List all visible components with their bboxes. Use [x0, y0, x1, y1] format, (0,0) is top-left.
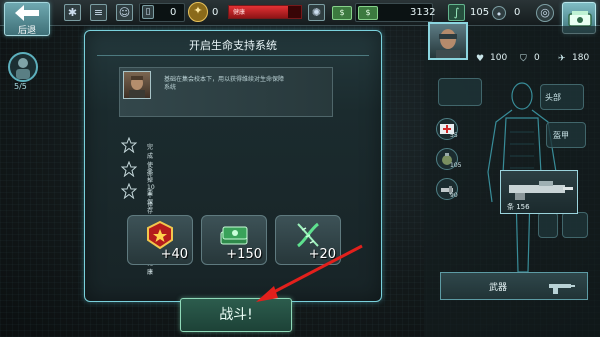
equipped-weapon-card[interactable]: 条 156: [500, 170, 578, 214]
hero-stats: ♥ 100 ⛉ 0 ✈ 180: [476, 53, 596, 65]
dna-value: 105: [470, 7, 490, 18]
hero-speed: 180: [572, 53, 590, 63]
counter-c-value: 0: [514, 7, 521, 18]
squad-count: 5/5: [14, 82, 27, 91]
settings-gear-icon-2[interactable]: ✺: [308, 4, 325, 21]
health-bar-label: 健康: [233, 9, 246, 16]
cash-add-icon[interactable]: $: [332, 6, 352, 20]
radar-icon[interactable]: ◎: [536, 4, 554, 22]
empty-slot-right[interactable]: [562, 212, 588, 238]
back-arrow-icon: [15, 5, 39, 21]
head-slot-label: 头部: [545, 93, 561, 102]
grenade-count: 105: [450, 162, 462, 169]
counter-b-value: 0: [212, 7, 219, 18]
rifle-icon: [509, 181, 573, 200]
head-slot[interactable]: 头部: [540, 84, 584, 110]
cash-icon: $: [358, 6, 378, 20]
mission-description: 基础在集会校本下，用以获得维续对生命保障系统: [164, 76, 285, 91]
squad-avatar[interactable]: 5/5: [8, 52, 38, 91]
cash-stack-icon: [220, 226, 248, 245]
health-heart-icon: ♥: [476, 54, 485, 64]
settings-gear-icon[interactable]: ✱: [64, 4, 81, 21]
medkit-count: 55: [450, 132, 458, 139]
commander-face-icon: [129, 76, 145, 98]
reward-rank: +40: [127, 215, 193, 265]
soldier-icon: [16, 58, 30, 79]
mission-title: 开启生命支持系统: [189, 39, 277, 52]
star-outline-icon: [121, 183, 137, 199]
key-icon: •: [492, 6, 506, 21]
squad-avatar-frame: [8, 52, 38, 82]
battery-icon: ▯: [142, 5, 154, 19]
back-button[interactable]: 后退: [4, 2, 50, 36]
weapon-ammo-label: 条 156: [507, 203, 530, 211]
squad-icon[interactable]: ☺: [116, 4, 133, 21]
counter-a-value: 0: [170, 7, 177, 18]
commander-portrait: [123, 71, 151, 99]
cash-value: 3132: [410, 7, 436, 18]
mission-briefing: 基础在集会校本下，用以获得维续对生命保障系统: [119, 67, 333, 117]
armor-slot[interactable]: 盔甲: [546, 122, 586, 148]
speed-runner-icon: ✈: [558, 54, 566, 64]
gun-icon: [549, 284, 575, 294]
journal-icon[interactable]: ≡: [90, 4, 107, 21]
rank-badge-icon: [147, 220, 173, 250]
hero-portrait[interactable]: [428, 22, 468, 60]
hero-face-icon: [436, 29, 460, 58]
hero-health: 100: [490, 53, 508, 63]
reward-rank-value: +40: [160, 247, 188, 262]
medal-icon: ✦: [188, 2, 208, 22]
back-label: 后退: [17, 26, 36, 36]
health-bar: 健康: [228, 5, 302, 19]
hero-armor: 0: [534, 53, 540, 63]
star-outline-icon: [121, 161, 137, 177]
armor-shield-icon: ⛉: [520, 54, 527, 64]
dna-icon: ∫: [448, 4, 465, 21]
weapons-button[interactable]: 武器: [440, 272, 588, 300]
empty-slot-top-left[interactable]: [438, 78, 482, 106]
star-outline-icon: [121, 137, 137, 153]
ammo-count: 90: [450, 192, 458, 199]
tutorial-arrow-icon: [256, 244, 363, 302]
empty-slot-mid-right[interactable]: [538, 212, 558, 238]
armor-slot-label: 盔甲: [553, 131, 569, 140]
weapons-button-label: 武器: [489, 283, 508, 293]
title-divider: [97, 55, 369, 56]
